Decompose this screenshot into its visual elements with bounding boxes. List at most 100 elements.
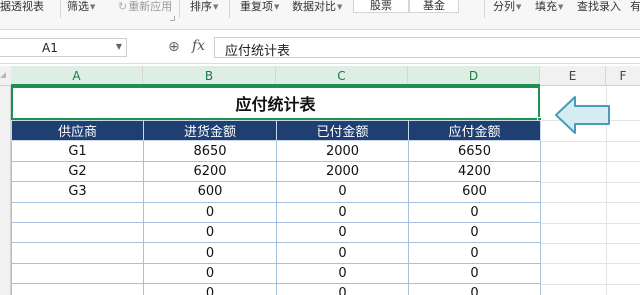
table-cell[interactable]: 0	[143, 262, 277, 285]
left-arrow-icon	[555, 96, 610, 134]
column-header-f[interactable]: F	[606, 66, 640, 86]
function-icon[interactable]: fx	[192, 38, 205, 54]
header-payable-amount[interactable]: 应付金额	[408, 119, 541, 142]
table-header-row: 供应商 进货金额 已付金额 应付金额	[11, 119, 541, 142]
table-cell[interactable]: 0	[276, 262, 409, 285]
duplicates-label: 重复项	[240, 0, 273, 13]
gridline	[540, 182, 640, 183]
split-button[interactable]: 分列▼	[493, 0, 521, 14]
duplicates-button[interactable]: 重复项▼	[240, 0, 279, 14]
table-cell[interactable]: 4200	[408, 160, 541, 183]
chevron-down-icon[interactable]: ▼	[213, 3, 218, 11]
lookup-button[interactable]: 查找录入	[577, 0, 621, 14]
table-cell[interactable]: G3	[11, 181, 144, 203]
table-cell[interactable]	[11, 242, 144, 264]
stock-button[interactable]: 股票	[353, 0, 409, 13]
table-cell[interactable]	[11, 283, 144, 295]
header-supplier[interactable]: 供应商	[11, 119, 144, 142]
table-cell[interactable]: 0	[408, 201, 541, 223]
reapply-button[interactable]: ↻重新应用	[118, 0, 172, 14]
table-cell[interactable]: 8650	[143, 140, 277, 162]
table-cell[interactable]	[11, 221, 144, 244]
ribbon-separator	[229, 0, 230, 18]
sort-label: 排序	[190, 0, 212, 13]
table-row: G3 600 0 600	[11, 181, 541, 203]
formula-bar: A1 ▼ ⊕ fx 应付统计表	[0, 30, 640, 64]
filter-button[interactable]: 筛选▼	[67, 0, 95, 14]
chevron-down-icon[interactable]: ▼	[337, 3, 342, 11]
column-header-row: A B C D E F	[0, 66, 640, 86]
chevron-down-icon[interactable]: ▼	[116, 42, 122, 51]
table-cell[interactable]: 0	[408, 221, 541, 244]
formula-input[interactable]: 应付统计表	[214, 37, 640, 59]
zoom-icon[interactable]: ⊕	[168, 39, 180, 55]
sort-button[interactable]: 排序▼	[190, 0, 218, 14]
table-cell[interactable]: 0	[143, 201, 277, 223]
table-cell[interactable]: 0	[276, 201, 409, 223]
ribbon-separator	[179, 0, 180, 18]
sheet-title-cell[interactable]: 应付统计表	[11, 86, 540, 120]
chevron-down-icon[interactable]: ▼	[516, 3, 521, 11]
column-header-a[interactable]: A	[11, 66, 143, 86]
lookup-label: 查找录入	[577, 0, 621, 13]
table-cell[interactable]	[11, 201, 144, 223]
compare-label: 数据对比	[292, 0, 336, 13]
table-cell[interactable]: 0	[143, 242, 277, 264]
table-row: G1 8650 2000 6650	[11, 140, 541, 162]
filter-label: 筛选	[67, 0, 89, 13]
table-cell[interactable]: 0	[276, 181, 409, 203]
column-header-e[interactable]: E	[540, 66, 606, 86]
column-header-b[interactable]: B	[143, 66, 276, 86]
table-cell[interactable]: 600	[143, 181, 277, 203]
table-cell[interactable]: 2000	[276, 140, 409, 162]
payables-table: 供应商 进货金额 已付金额 应付金额 G1 8650 2000 6650 G2 6200 2…	[11, 119, 541, 295]
gridline	[540, 284, 640, 285]
table-cell[interactable]: 0	[408, 283, 541, 295]
refresh-icon: ↻	[118, 0, 128, 13]
table-cell[interactable]: 0	[276, 242, 409, 264]
gridline	[540, 243, 640, 244]
fund-button[interactable]: 基金	[409, 0, 459, 13]
table-cell[interactable]: 6650	[408, 140, 541, 162]
table-cell[interactable]: 0	[276, 221, 409, 244]
ribbon-overflow-label: 有	[630, 0, 640, 13]
table-cell[interactable]: G2	[11, 160, 144, 183]
column-header-c[interactable]: C	[276, 66, 408, 86]
table-cell[interactable]: 6200	[143, 160, 277, 183]
select-all-corner[interactable]	[0, 72, 6, 78]
table-row: 000	[11, 201, 541, 223]
table-cell[interactable]: 2000	[276, 160, 409, 183]
table-cell[interactable]: 600	[408, 181, 541, 203]
pivot-button[interactable]: 据透视表	[0, 0, 44, 14]
group-launcher-icon[interactable]	[170, 16, 175, 21]
formula-text: 应付统计表	[225, 44, 291, 59]
compare-button[interactable]: 数据对比▼	[292, 0, 342, 14]
table-cell[interactable]: 0	[143, 283, 277, 295]
table-row: 000	[11, 221, 541, 244]
chevron-down-icon[interactable]: ▼	[274, 3, 279, 11]
table-row: 000	[11, 283, 541, 295]
fill-label: 填充	[535, 0, 557, 13]
table-cell[interactable]: 0	[408, 262, 541, 285]
cell-reference: A1	[42, 41, 58, 55]
table-cell[interactable]: G1	[11, 140, 144, 162]
spreadsheet-grid: 应付统计表 供应商 进货金额 已付金额 应付金额 G1 8650 2000 6650 G…	[11, 86, 640, 295]
name-box[interactable]: A1 ▼	[0, 38, 127, 57]
fill-button[interactable]: 填充▼	[535, 0, 563, 14]
gridline	[540, 141, 640, 142]
table-cell[interactable]: 0	[408, 242, 541, 264]
chevron-down-icon[interactable]: ▼	[558, 3, 563, 11]
row-header-strip[interactable]	[0, 86, 11, 295]
table-row: G2 6200 2000 4200	[11, 160, 541, 183]
table-cell[interactable]	[11, 262, 144, 285]
split-label: 分列	[493, 0, 515, 13]
table-cell[interactable]: 0	[276, 283, 409, 295]
column-header-d[interactable]: D	[408, 66, 540, 86]
ribbon-overflow-item[interactable]: 有	[630, 0, 640, 14]
header-paid-amount[interactable]: 已付金额	[276, 119, 409, 142]
ribbon-separator	[60, 0, 61, 18]
header-purchase-amount[interactable]: 进货金额	[143, 119, 277, 142]
fund-label: 基金	[423, 0, 445, 12]
table-cell[interactable]: 0	[143, 221, 277, 244]
chevron-down-icon[interactable]: ▼	[90, 3, 95, 11]
